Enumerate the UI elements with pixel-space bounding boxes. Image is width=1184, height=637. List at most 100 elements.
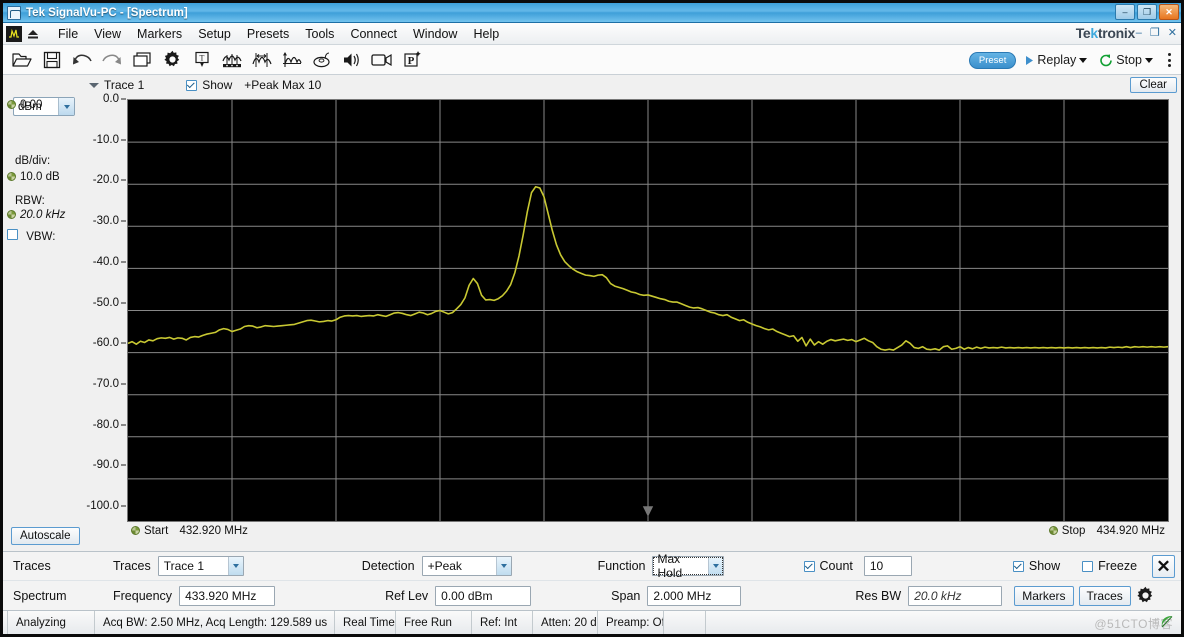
- window-close-button[interactable]: ✕: [1159, 4, 1179, 20]
- mdi-close-button[interactable]: ✕: [1168, 26, 1177, 39]
- plot-right-margin: [1169, 95, 1181, 551]
- traces-button[interactable]: Traces: [1078, 585, 1131, 606]
- application-window: Tek SignalVu-PC - [Spectrum] – ❐ ✕ File …: [0, 0, 1184, 637]
- window-controls: – ❐ ✕: [1115, 4, 1179, 20]
- window-app-icon: [7, 5, 21, 20]
- clear-button[interactable]: Clear: [1129, 77, 1177, 93]
- stop-value[interactable]: 434.920 MHz: [1097, 525, 1165, 537]
- y-axis-label: -70.0: [92, 377, 119, 390]
- traces-select-arrow-icon[interactable]: [227, 557, 243, 575]
- detection-select[interactable]: +Peak: [421, 556, 512, 576]
- preset-button[interactable]: Preset: [968, 51, 1017, 69]
- y-axis-tick: [121, 179, 126, 181]
- chevron-down-icon[interactable]: [1079, 57, 1088, 63]
- y-axis-tick: [121, 505, 126, 507]
- undo-icon[interactable]: [67, 47, 97, 73]
- markers-button[interactable]: Markers: [1014, 585, 1074, 606]
- y-axis-tick: [121, 464, 126, 466]
- tektronix-logo: Tektronix: [1075, 25, 1136, 41]
- function-select-arrow-icon[interactable]: [707, 557, 723, 575]
- reflev-input[interactable]: 0.00 dBm: [435, 585, 532, 606]
- amplitude-trace-icon[interactable]: [277, 47, 307, 73]
- function-select[interactable]: Max Hold: [651, 552, 724, 580]
- windows-cascade-icon[interactable]: [127, 47, 157, 73]
- detection-select-value: +Peak: [427, 559, 462, 573]
- text-marker-icon[interactable]: T: [187, 47, 217, 73]
- mdi-minimize-button[interactable]: –: [1136, 27, 1142, 39]
- spectrum-plot[interactable]: [127, 99, 1169, 522]
- eject-icon[interactable]: [24, 26, 42, 42]
- trace-collapse-icon[interactable]: [89, 82, 99, 88]
- p-plus-icon[interactable]: P ✦: [397, 47, 427, 73]
- stop-label: Stop: [1116, 53, 1142, 67]
- close-panel-button[interactable]: ✕: [1152, 555, 1175, 578]
- unit-select-arrow-icon[interactable]: [58, 98, 74, 115]
- status-ref: Ref: Int: [472, 611, 533, 634]
- menu-help[interactable]: Help: [465, 25, 507, 43]
- mdi-restore-button[interactable]: ❐: [1150, 26, 1160, 39]
- rbw-value: 20.0 kHz: [20, 209, 66, 221]
- start-frequency-group: Start 432.920 MHz: [131, 525, 248, 537]
- chevron-down-icon-2[interactable]: [1145, 57, 1153, 63]
- control-panel: Traces Traces Trace 1 Detection +Peak Fu…: [3, 551, 1181, 610]
- spectrum-control-row: Spectrum Frequency 433.920 MHz Ref Lev 0…: [3, 581, 1181, 610]
- play-icon: [1026, 55, 1034, 65]
- span-input[interactable]: 2.000 MHz: [647, 585, 742, 606]
- menu-tools[interactable]: Tools: [297, 25, 342, 43]
- settings-gear-icon[interactable]: [157, 47, 187, 73]
- db-div-knob-icon[interactable]: [7, 172, 16, 182]
- stop-button[interactable]: Stop: [1096, 51, 1156, 69]
- open-folder-icon[interactable]: [7, 47, 37, 73]
- kebab-menu-icon[interactable]: [1162, 53, 1177, 67]
- status-mode: Real Time: [335, 611, 396, 634]
- y-axis: 0.0 -10.0 -20.0 -30.0 -40.0 -50.0 -60.0 -70.0 -8…: [81, 93, 127, 551]
- menu-window[interactable]: Window: [405, 25, 465, 43]
- menu-connect[interactable]: Connect: [342, 25, 405, 43]
- detection-select-arrow-icon[interactable]: [495, 557, 511, 575]
- start-value[interactable]: 432.920 MHz: [180, 525, 248, 537]
- stop-knob-icon[interactable]: [1048, 526, 1058, 536]
- show-label: Show: [1028, 559, 1061, 573]
- vbw-checkbox[interactable]: [7, 229, 18, 240]
- redo-icon[interactable]: [97, 47, 127, 73]
- freeze-checkbox[interactable]: [1082, 560, 1094, 572]
- count-input[interactable]: 10: [863, 556, 912, 576]
- show-checkbox[interactable]: [1012, 560, 1024, 572]
- traces-select[interactable]: Trace 1: [157, 556, 244, 576]
- window-minimize-button[interactable]: –: [1115, 4, 1135, 20]
- freeze-label: Freeze: [1098, 559, 1138, 573]
- frequency-input[interactable]: 433.920 MHz: [179, 585, 276, 606]
- menu-setup[interactable]: Setup: [190, 25, 239, 43]
- measure-peaks-icon[interactable]: [247, 47, 277, 73]
- tek-app-icon[interactable]: [6, 25, 22, 42]
- mouse-icon[interactable]: [307, 47, 337, 73]
- trace-show-checkbox[interactable]: [186, 79, 198, 91]
- gear-icon[interactable]: [1135, 585, 1157, 607]
- y-axis-tick: [121, 342, 126, 344]
- resbw-input[interactable]: 20.0 kHz: [908, 585, 1003, 606]
- count-checkbox[interactable]: [803, 560, 815, 572]
- db-div-value: 10.0 dB: [20, 171, 60, 183]
- menu-markers[interactable]: Markers: [129, 25, 190, 43]
- video-camera-icon[interactable]: [367, 47, 397, 73]
- show-group: Show: [1012, 559, 1061, 573]
- rbw-knob-icon[interactable]: [7, 210, 16, 220]
- autoscale-button[interactable]: Autoscale: [11, 527, 80, 545]
- trace-header-bar: Trace 1 Show +Peak Max 10 Clear: [3, 75, 1181, 95]
- traces-section-label: Traces: [13, 559, 51, 573]
- ref-level-knob-icon[interactable]: [7, 100, 16, 110]
- replay-button[interactable]: Replay: [1022, 51, 1090, 69]
- menu-presets[interactable]: Presets: [239, 25, 297, 43]
- save-disk-icon[interactable]: [37, 47, 67, 73]
- start-knob-icon[interactable]: [131, 526, 140, 536]
- y-axis-label: -60.0: [92, 337, 119, 350]
- span-label: Span: [611, 588, 641, 603]
- status-state: Analyzing: [7, 611, 95, 634]
- spectrum-trace-icon[interactable]: [217, 47, 247, 73]
- y-axis-tick: [121, 220, 126, 222]
- count-group: Count: [803, 559, 853, 573]
- window-maximize-button[interactable]: ❐: [1137, 4, 1157, 20]
- menu-view[interactable]: View: [86, 25, 129, 43]
- speaker-icon[interactable]: [337, 47, 367, 73]
- menu-file[interactable]: File: [50, 25, 86, 43]
